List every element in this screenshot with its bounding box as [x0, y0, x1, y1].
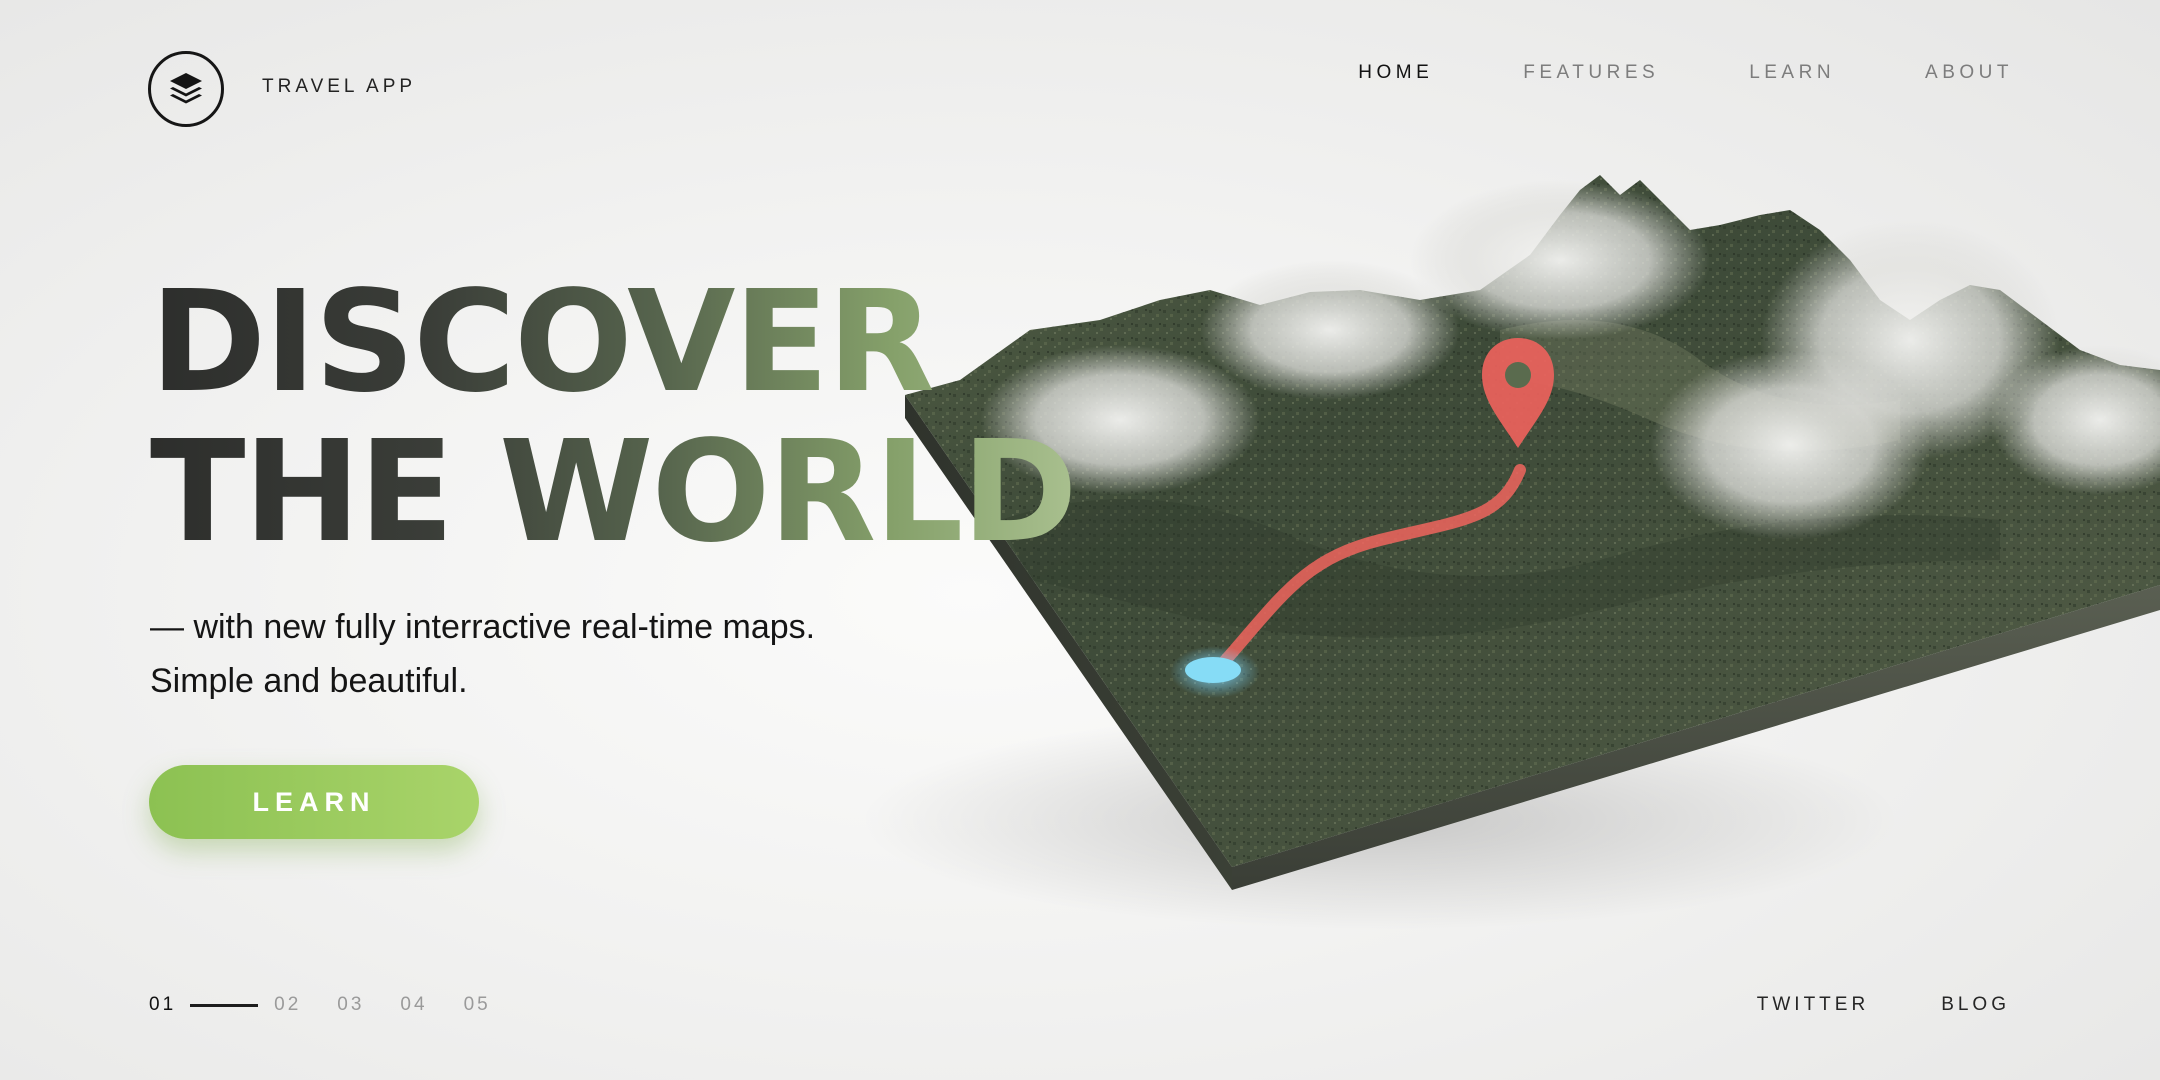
subtitle-line1: — with new fully interractive real-time … — [150, 608, 816, 646]
slide-pager: 01 02 03 04 05 — [149, 994, 527, 1016]
hero-subtitle: — with new fully interractive real-time … — [150, 600, 815, 708]
hero-title-line2: THE WORLD — [150, 411, 1076, 574]
pager-item-04[interactable]: 04 — [400, 994, 427, 1016]
hero-title-line1: DISCOVER — [150, 261, 933, 424]
footer-links: TWITTER BLOG — [1757, 994, 2010, 1016]
pager-active-indicator — [190, 1003, 259, 1007]
pager-item-01[interactable]: 01 — [149, 994, 176, 1016]
location-dot-icon — [1185, 657, 1241, 683]
learn-button[interactable]: LEARN — [149, 765, 479, 839]
twitter-link[interactable]: TWITTER — [1757, 994, 1869, 1016]
pager-item-02[interactable]: 02 — [274, 994, 301, 1016]
hero-title: DISCOVER THE WORLD — [150, 268, 1076, 568]
pager-item-05[interactable]: 05 — [464, 994, 491, 1016]
subtitle-line2: Simple and beautiful. — [150, 662, 468, 700]
pager-item-03[interactable]: 03 — [337, 994, 364, 1016]
blog-link[interactable]: BLOG — [1941, 994, 2010, 1016]
